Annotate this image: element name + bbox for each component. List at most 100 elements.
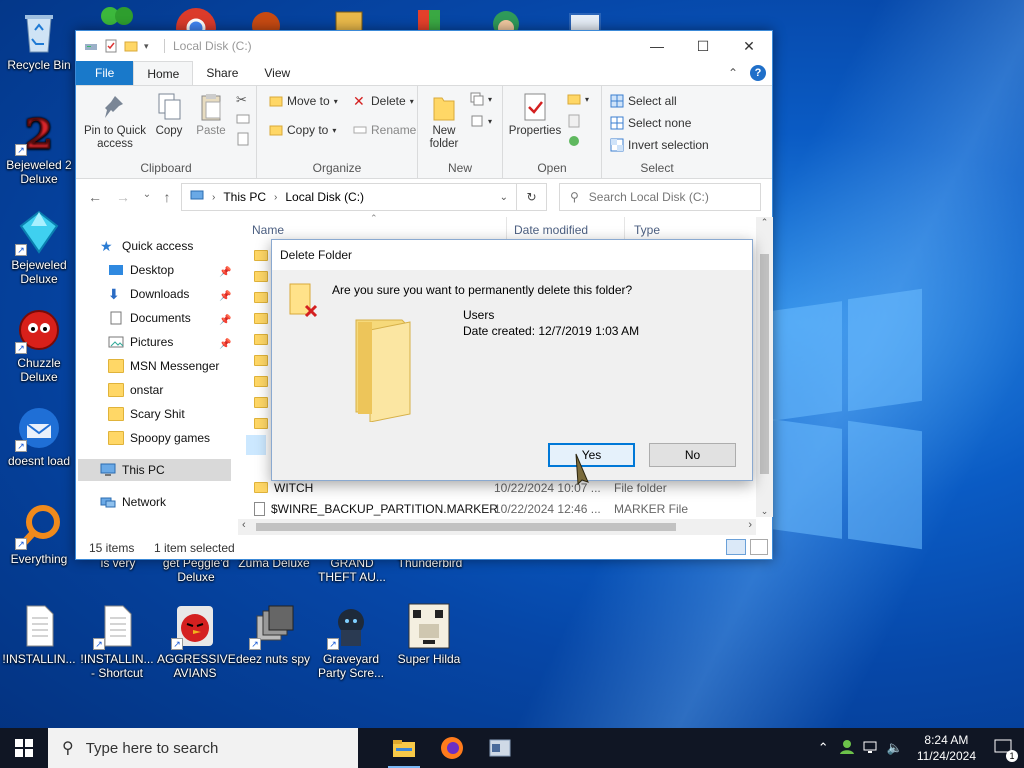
help-icon[interactable]: ? [750, 65, 766, 81]
rename-button[interactable]: Rename [353, 123, 416, 137]
invert-selection-button[interactable]: Invert selection [610, 138, 709, 152]
no-button[interactable]: No [649, 443, 736, 467]
people-icon[interactable] [835, 739, 859, 758]
scroll-up-arrow-icon[interactable]: ⌃ [756, 217, 773, 228]
taskbar-search-box[interactable]: ⚲ Type here to search [48, 728, 358, 768]
copy-path-button[interactable] [236, 112, 250, 126]
recent-locations-chevron-icon[interactable]: ⌄ [136, 189, 158, 200]
taskbar-file-explorer[interactable] [380, 728, 428, 768]
scroll-left-arrow-icon[interactable]: ‹ [242, 519, 246, 531]
tab-file[interactable]: File [76, 61, 134, 85]
start-button[interactable] [0, 728, 48, 768]
scrollbar-thumb[interactable] [760, 254, 769, 474]
copy-to-label: Copy to [287, 123, 329, 137]
back-arrow-icon[interactable]: ← [84, 189, 106, 205]
desktop-icon-bejeweled2[interactable]: 2 ↗ Bejeweled 2 Deluxe [1, 108, 77, 187]
volume-icon[interactable]: 🔈 [883, 740, 907, 756]
refresh-button[interactable]: ↻ [517, 183, 547, 211]
new-folder-button[interactable]: New folder [426, 92, 462, 151]
address-dropdown-chevron-icon[interactable]: ⌄ [500, 192, 508, 203]
desktop-icon-everything[interactable]: ↗ Everything [1, 502, 77, 566]
desktop-icon-bejeweled[interactable]: ↗ Bejeweled Deluxe [1, 208, 77, 286]
new-folder-qa-icon[interactable] [124, 39, 138, 53]
close-button[interactable]: ✕ [726, 31, 772, 61]
details-view-icon[interactable] [726, 539, 746, 555]
maximize-button[interactable]: ☐ [680, 31, 726, 61]
new-item-button[interactable]: ▾ [470, 92, 492, 106]
breadcrumb-drive[interactable]: Local Disk (C:) [285, 190, 364, 204]
desktop-icon-installing[interactable]: !INSTALLIN... [1, 602, 77, 666]
collapse-ribbon-chevron-icon[interactable]: ⌃ [728, 66, 738, 80]
title-bar[interactable]: ▾ Local Disk (C:) — ☐ ✕ [76, 31, 772, 61]
desktop-icon-peggle[interactable]: get Peggle'd Deluxe [158, 556, 234, 584]
large-icons-view-icon[interactable] [750, 539, 768, 555]
desktop-icon-installing-shortcut[interactable]: ↗ !INSTALLIN... - Shortcut [79, 602, 155, 680]
customize-qa-icon[interactable]: ▾ [144, 39, 158, 53]
nav-pictures[interactable]: Pictures [108, 335, 173, 349]
network-icon [100, 495, 116, 509]
select-all-button[interactable]: Select all [610, 94, 677, 108]
minimize-button[interactable]: — [634, 31, 680, 61]
nav-msn-messenger[interactable]: MSN Messenger [108, 359, 219, 373]
desktop-icon-super-hilda[interactable]: Super Hilda [391, 602, 467, 666]
history-button[interactable] [567, 134, 581, 148]
taskbar-firefox[interactable] [428, 728, 476, 768]
scrollbar-thumb[interactable] [256, 523, 676, 531]
taskbar-app[interactable] [476, 728, 524, 768]
scroll-right-arrow-icon[interactable]: › [748, 519, 752, 531]
horizontal-scrollbar[interactable]: ‹ › [238, 519, 756, 535]
delete-button[interactable]: ✕ Delete ▾ [353, 94, 414, 108]
desktop-icon-chuzzle[interactable]: ↗ Chuzzle Deluxe [1, 306, 77, 384]
search-box[interactable]: ⚲ Search Local Disk (C:) [559, 183, 761, 211]
nav-scary-shit[interactable]: Scary Shit [108, 407, 185, 421]
status-selection: 1 item selected [154, 541, 235, 555]
vertical-scrollbar[interactable]: ⌃ ⌄ [756, 217, 773, 517]
dialog-title[interactable]: Delete Folder [272, 240, 752, 270]
nav-downloads[interactable]: ⬇ Downloads [108, 287, 189, 301]
tab-view[interactable]: View [251, 61, 303, 85]
copy-button[interactable]: Copy [152, 92, 186, 138]
show-hidden-icons-chevron-icon[interactable]: ⌃ [812, 740, 835, 756]
nav-spoopy-games[interactable]: Spoopy games [108, 431, 210, 445]
edit-button[interactable] [567, 114, 581, 128]
forward-arrow-icon[interactable]: → [112, 189, 134, 205]
nav-this-pc[interactable]: This PC [100, 463, 165, 477]
desktop-icon-aggressive-avians[interactable]: ↗ AGGRESSIVE AVIANS [157, 602, 236, 680]
desktop-icon-graveyard[interactable]: ↗ Graveyard Party Scre... [313, 602, 389, 680]
select-none-button[interactable]: Select none [610, 116, 691, 130]
nav-quick-access[interactable]: ★ Quick access [100, 239, 193, 253]
desktop-icon-recycle-bin[interactable]: Recycle Bin [1, 8, 77, 72]
desktop-icon-gta[interactable]: GRAND THEFT AU... [314, 556, 390, 584]
tab-share[interactable]: Share [193, 61, 251, 85]
paste-button[interactable]: Paste [192, 92, 230, 138]
desktop-icon-deez-nuts-spy[interactable]: ↗ deez nuts spy [235, 602, 311, 666]
column-header-date[interactable]: Date modified [514, 223, 588, 237]
network-status-icon[interactable] [859, 739, 883, 758]
open-button[interactable]: ▾ [567, 92, 589, 106]
easy-access-button[interactable]: ▾ [470, 114, 492, 128]
up-arrow-icon[interactable]: ↑ [156, 189, 178, 205]
paste-shortcut-button[interactable] [236, 132, 250, 146]
tab-home[interactable]: Home [133, 61, 194, 85]
nav-documents[interactable]: Documents [108, 311, 191, 325]
column-header-name[interactable]: Name [252, 223, 284, 237]
address-bar[interactable]: › This PC › Local Disk (C:) ⌄ [181, 183, 517, 211]
nav-network[interactable]: Network [100, 495, 166, 509]
star-icon: ★ [100, 238, 113, 254]
clock[interactable]: 8:24 AM 11/24/2024 [907, 732, 986, 764]
cut-button[interactable]: ✂ [236, 92, 250, 107]
properties-qa-icon[interactable] [104, 39, 118, 53]
pin-quick-access-button[interactable]: Pin to Quick access [80, 92, 150, 151]
notifications-button[interactable]: 1 [986, 739, 1024, 762]
nav-desktop[interactable]: Desktop [108, 263, 174, 277]
move-to-button[interactable]: Move to ▾ [269, 94, 338, 108]
scroll-down-arrow-icon[interactable]: ⌄ [756, 506, 773, 517]
column-header-type[interactable]: Type [634, 223, 660, 237]
folder-name: Users [463, 308, 495, 322]
table-row[interactable]: $WINRE_BACKUP_PARTITION.MARKER 10/22/202… [254, 498, 774, 519]
breadcrumb-this-pc[interactable]: This PC [223, 190, 266, 204]
copy-to-button[interactable]: Copy to ▾ [269, 123, 336, 137]
properties-button[interactable]: Properties [506, 92, 564, 138]
nav-onstar[interactable]: onstar [108, 383, 163, 397]
desktop-icon-doesnt-load[interactable]: ↗ doesnt load [1, 404, 77, 468]
